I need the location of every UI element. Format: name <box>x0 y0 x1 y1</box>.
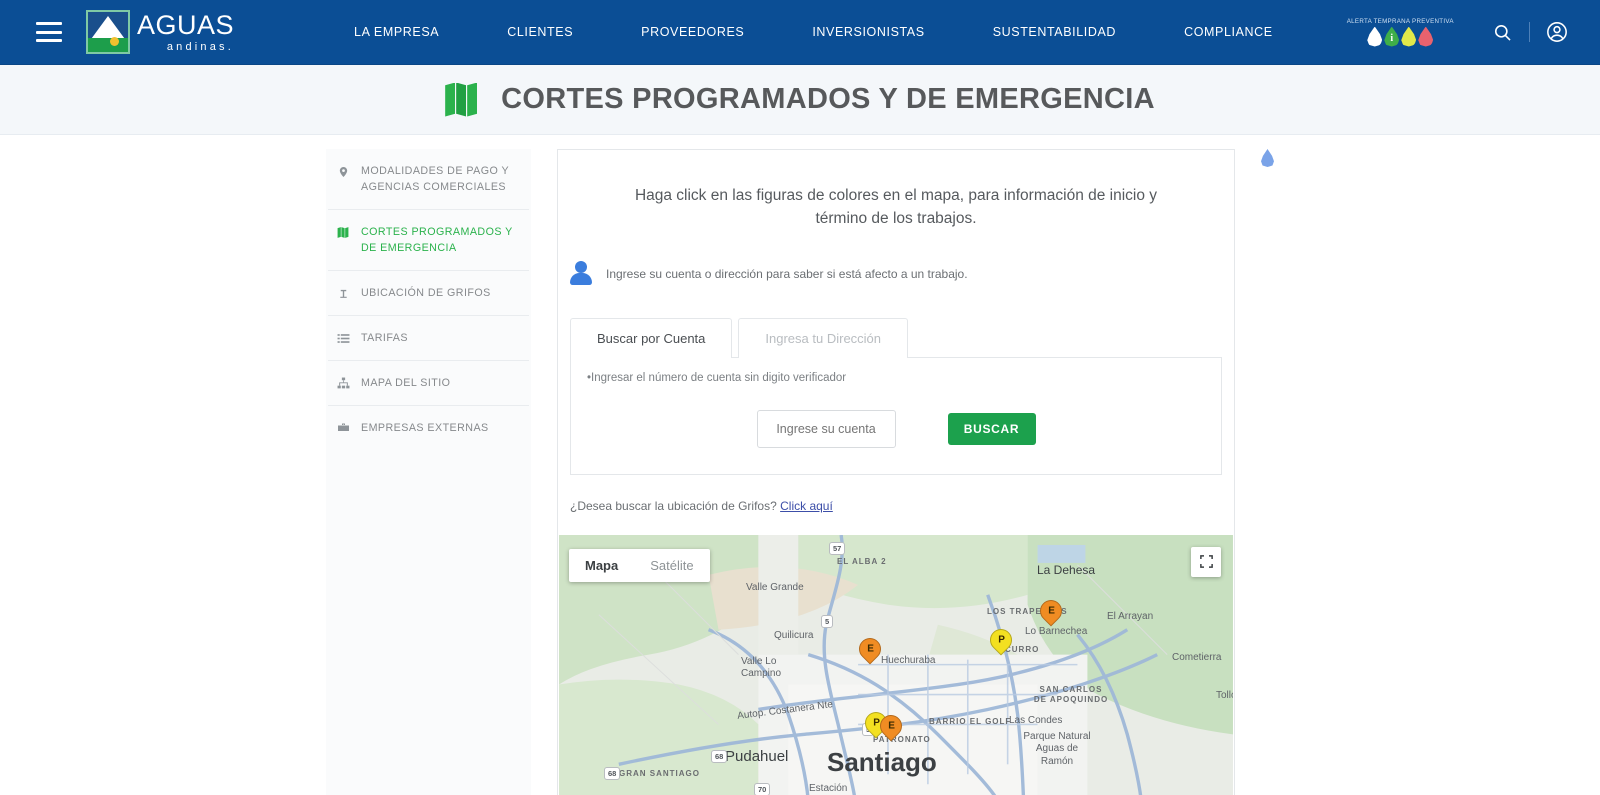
map-label: Las Condes <box>1009 714 1063 726</box>
search-icon[interactable] <box>1489 19 1515 45</box>
location-pin-icon <box>336 163 350 179</box>
nav-item-sustentabilidad[interactable]: SUSTENTABILIDAD <box>959 25 1150 39</box>
hydrant-icon <box>336 285 350 301</box>
sidebar-item-empresas-externas[interactable]: EMPRESAS EXTERNAS <box>328 406 529 450</box>
map-label: SAN CARLOS DE APOQUINDO <box>1033 684 1109 704</box>
search-tabs: Buscar por Cuenta Ingresa tu Dirección <box>558 317 1234 358</box>
map-label: Valle Grande <box>746 581 804 593</box>
sidebar-item-label: CORTES PROGRAMADOS Y DE EMERGENCIA <box>361 226 513 255</box>
nav-item-inversionistas[interactable]: INVERSIONISTAS <box>778 25 958 39</box>
brand-logo[interactable]: AGUAS andinas. <box>86 10 234 54</box>
grifos-question-text: ¿Desea buscar la ubicación de Grifos? <box>570 498 777 513</box>
tab-buscar-por-cuenta[interactable]: Buscar por Cuenta <box>570 317 733 358</box>
hamburger-menu-icon[interactable] <box>36 22 62 42</box>
grifos-link[interactable]: Click aquí <box>780 499 833 513</box>
map-label: Pudahuel <box>725 747 789 765</box>
sidebar-item-modalidades-de-pago[interactable]: MODALIDADES DE PAGO Y AGENCIAS COMERCIAL… <box>328 149 529 211</box>
search-button[interactable]: BUSCAR <box>947 412 1036 445</box>
sidebar-item-label: MAPA DEL SITIO <box>361 377 451 390</box>
map-type-mapa[interactable]: Mapa <box>569 549 634 582</box>
map-icon <box>445 82 479 117</box>
water-drop-yellow-icon <box>1401 26 1417 47</box>
logo-mark-icon <box>86 10 130 54</box>
water-drop-red-icon <box>1418 26 1434 47</box>
map-label: Santiago <box>827 746 937 777</box>
sidebar-item-mapa-del-sitio[interactable]: MAPA DEL SITIO <box>328 361 529 407</box>
map-label: Cometierra <box>1172 651 1222 663</box>
right-rail <box>1261 149 1274 795</box>
nav-item-proveedores[interactable]: PROVEEDORES <box>607 25 778 39</box>
nav-item-compliance[interactable]: COMPLIANCE <box>1150 25 1307 39</box>
search-tab-panel: •Ingresar el número de cuenta sin digito… <box>570 356 1222 475</box>
alerta-temprana-widget[interactable]: ALERTA TEMPRANA PREVENTIVA i <box>1347 18 1454 47</box>
page-header: CORTES PROGRAMADOS Y DE EMERGENCIA <box>0 65 1600 135</box>
sidebar-item-label: UBICACIÓN DE GRIFOS <box>361 287 491 300</box>
map-marker-emergencia[interactable]: E <box>1035 594 1067 630</box>
intro-text: Haga click en las figuras de colores en … <box>634 187 1158 228</box>
main-content-card: Haga click en las figuras de colores en … <box>557 149 1235 795</box>
search-input[interactable] <box>756 409 896 448</box>
map-type-controls: Mapa Satélite <box>569 548 710 582</box>
account-prompt-row: Ingrese su cuenta o dirección para saber… <box>558 231 1234 287</box>
tab-ingresa-tu-direccion[interactable]: Ingresa tu Dirección <box>738 317 909 358</box>
alerta-title: ALERTA TEMPRANA PREVENTIVA <box>1346 17 1454 25</box>
map-label: Parque Natural Aguas de Ramón <box>1023 730 1091 767</box>
sidebar-item-label: EMPRESAS EXTERNAS <box>361 422 489 435</box>
header-divider <box>1529 22 1530 42</box>
map-label: Quilicura <box>774 629 814 641</box>
sidebar-item-ubicacion-de-grifos[interactable]: UBICACIÓN DE GRIFOS <box>328 271 529 317</box>
map-marker-emergencia[interactable]: E <box>875 709 907 745</box>
road-shield: 68 <box>604 766 621 780</box>
sidebar-item-label: TARIFAS <box>361 332 408 345</box>
map-label: Valle Lo Campino <box>741 655 782 680</box>
map-container[interactable]: Mapa Satélite E E P P E EL ALBA 2 La Deh… <box>559 534 1233 795</box>
map-icon <box>336 224 350 239</box>
brand-name: AGUAS <box>137 9 235 40</box>
nav-item-clientes[interactable]: CLIENTES <box>473 25 607 39</box>
map-label: El Arrayan <box>1107 610 1154 622</box>
briefcase-icon <box>336 420 350 434</box>
person-icon <box>570 260 592 287</box>
map-label: EL ALBA 2 <box>837 556 887 566</box>
main-nav-links: LA EMPRESA CLIENTES PROVEEDORES INVERSIO… <box>320 25 1307 39</box>
water-drop-green-icon: i <box>1384 26 1400 47</box>
user-icon[interactable] <box>1544 19 1570 45</box>
sitemap-icon <box>336 375 350 390</box>
sidebar-menu: MODALIDADES DE PAGO Y AGENCIAS COMERCIAL… <box>326 149 531 795</box>
map-marker-emergencia[interactable]: E <box>854 632 886 668</box>
info-glyph: i <box>1390 32 1394 44</box>
map-label: Huechuraba <box>881 654 936 666</box>
brand-subtitle: andinas. <box>166 40 235 53</box>
sidebar-item-label: MODALIDADES DE PAGO Y AGENCIAS COMERCIAL… <box>361 165 509 194</box>
road-shield: 5 <box>821 614 834 628</box>
water-drop-icon[interactable] <box>1261 149 1274 167</box>
map-marker-programado[interactable]: P <box>985 623 1017 659</box>
list-icon <box>336 330 350 345</box>
sidebar-item-tarifas[interactable]: TARIFAS <box>328 316 529 362</box>
nav-item-la-empresa[interactable]: LA EMPRESA <box>320 25 473 39</box>
top-navigation-bar: AGUAS andinas. LA EMPRESA CLIENTES PROVE… <box>0 0 1600 65</box>
grifos-link-row: ¿Desea buscar la ubicación de Grifos? Cl… <box>558 475 1234 535</box>
road-shield: 57 <box>829 541 846 555</box>
map-label: Tollo <box>1216 689 1233 701</box>
map-label: Estación <box>809 782 848 794</box>
map-label: BARRIO EL GOLF <box>929 716 1012 726</box>
map-label: GRAN SANTIAGO <box>619 768 700 778</box>
fullscreen-icon[interactable] <box>1191 546 1221 577</box>
sidebar-item-cortes-programados[interactable]: CORTES PROGRAMADOS Y DE EMERGENCIA <box>328 210 529 272</box>
account-prompt-text: Ingrese su cuenta o dirección para saber… <box>606 266 968 281</box>
account-hint-text: •Ingresar el número de cuenta sin digito… <box>587 371 847 384</box>
road-shield: 70 <box>754 782 771 795</box>
page-title: CORTES PROGRAMADOS Y DE EMERGENCIA <box>501 83 1155 115</box>
map-label: La Dehesa <box>1037 562 1096 577</box>
water-drop-white-icon <box>1367 26 1383 47</box>
map-type-satelite[interactable]: Satélite <box>634 549 709 582</box>
road-shield: 68 <box>711 749 728 763</box>
